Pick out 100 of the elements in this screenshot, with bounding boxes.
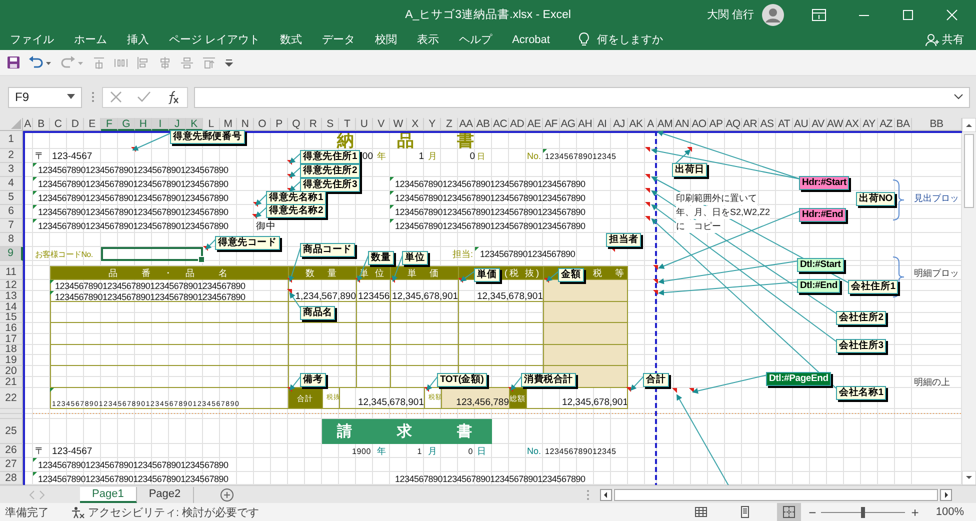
column-header[interactable]: J [169, 118, 186, 131]
close-icon[interactable] [946, 8, 958, 20]
column-header[interactable]: AU [793, 118, 810, 131]
column-header[interactable]: G [118, 118, 135, 131]
row-header[interactable]: 25 [0, 419, 23, 444]
column-header[interactable]: AN [674, 118, 691, 131]
column-header[interactable]: D [67, 118, 84, 131]
column-header[interactable]: AA [458, 118, 475, 131]
ribbon-display-icon[interactable] [812, 8, 826, 20]
scroll-down-icon[interactable] [962, 471, 976, 485]
ribbon-tab[interactable]: ファイル [0, 32, 64, 47]
column-header[interactable]: Z [441, 118, 458, 131]
row-header[interactable]: 27 [0, 458, 23, 472]
splitter-icon[interactable] [91, 90, 95, 104]
column-header[interactable]: P [271, 118, 288, 131]
column-header[interactable]: T [339, 118, 356, 131]
column-header[interactable]: AZ [878, 118, 895, 131]
column-header[interactable]: AB [475, 118, 492, 131]
row-header[interactable]: 14 [0, 302, 23, 313]
ribbon-tab[interactable]: 校閲 [365, 32, 408, 47]
expand-caret-icon[interactable] [954, 94, 963, 100]
row-header[interactable]: 28 [0, 472, 23, 485]
check-icon[interactable] [136, 91, 151, 103]
column-header[interactable]: AF [543, 118, 560, 131]
column-header[interactable]: AX [844, 118, 861, 131]
ribbon-tab[interactable]: 表示 [407, 32, 450, 47]
scroll-up-icon[interactable] [962, 118, 976, 132]
column-header[interactable]: AH [577, 118, 594, 131]
row-header[interactable]: 22 [0, 388, 23, 409]
row-header[interactable]: 20 [0, 366, 23, 377]
column-header[interactable]: AQ [725, 118, 742, 131]
column-header[interactable]: M [220, 118, 237, 131]
ribbon-tab[interactable]: ヘルプ [449, 32, 502, 47]
row-header[interactable]: 18 [0, 345, 23, 355]
column-header[interactable]: E [84, 118, 101, 131]
column-header[interactable]: X [407, 118, 424, 131]
sheet-tab[interactable]: Page1 [80, 486, 137, 502]
column-header[interactable]: V [373, 118, 390, 131]
row-header[interactable]: 8 [0, 233, 23, 247]
tell-me-field[interactable]: 何をしますか [596, 32, 663, 47]
row-header[interactable]: 3 [0, 163, 23, 177]
scroll-right-icon[interactable] [940, 488, 952, 500]
accessibility-icon[interactable] [71, 506, 85, 518]
row-header[interactable]: 2 [0, 149, 23, 163]
column-header[interactable]: AM [657, 118, 674, 131]
column-header[interactable]: H [135, 118, 152, 131]
row-header[interactable]: 17 [0, 334, 23, 345]
column-header[interactable]: AC [492, 118, 509, 131]
column-header[interactable]: AI [594, 118, 611, 131]
column-header[interactable]: S [322, 118, 339, 131]
ribbon-tab[interactable]: ページ レイアウト [159, 32, 270, 47]
accessibility-status[interactable]: アクセシビリティ: 検討が必要です [88, 504, 260, 520]
undo-icon[interactable] [28, 56, 44, 70]
scrollbar-thumb[interactable] [614, 488, 938, 500]
column-header[interactable]: B [33, 118, 50, 131]
column-header[interactable]: I [152, 118, 169, 131]
row-header[interactable]: 7 [0, 219, 23, 233]
column-header[interactable]: N [237, 118, 254, 131]
column-header[interactable]: AT [776, 118, 793, 131]
column-header[interactable]: AV [810, 118, 827, 131]
row-header[interactable]: 4 [0, 177, 23, 191]
column-header[interactable]: Y [424, 118, 441, 131]
ribbon-tab[interactable]: Acrobat [502, 34, 560, 46]
column-header[interactable]: AG [560, 118, 577, 131]
avatar-icon[interactable] [762, 4, 784, 26]
column-header[interactable]: W [390, 118, 407, 131]
ribbon-tab[interactable]: 挿入 [117, 32, 159, 47]
row-header[interactable]: 15 [0, 313, 23, 323]
formula-input[interactable] [194, 86, 970, 108]
row-header[interactable]: 5 [0, 191, 23, 205]
column-header[interactable]: F [101, 118, 118, 131]
column-header[interactable]: O [254, 118, 271, 131]
share-button[interactable]: 共有 [942, 32, 964, 47]
column-header[interactable]: BA [895, 118, 912, 131]
column-header[interactable]: K [186, 118, 203, 131]
row-header[interactable]: 11 [0, 266, 23, 280]
user-name[interactable]: 大関 信行 [706, 7, 754, 22]
row-header[interactable]: 6 [0, 205, 23, 219]
maximize-icon[interactable] [902, 8, 914, 20]
column-header[interactable]: AS [759, 118, 776, 131]
slider-thumb[interactable] [861, 506, 866, 518]
ribbon-tab[interactable]: 数式 [270, 32, 312, 47]
cell-selection[interactable] [101, 247, 203, 261]
row-header[interactable]: 21 [0, 377, 23, 388]
zoom-in-button[interactable]: + [911, 504, 919, 520]
row-header[interactable]: 26 [0, 444, 23, 458]
insert-function-icon[interactable] [166, 90, 180, 104]
column-header[interactable]: AW [827, 118, 844, 131]
row-header[interactable]: 1 [0, 131, 23, 149]
column-header[interactable]: Q [288, 118, 305, 131]
scrollbar-thumb[interactable] [964, 134, 974, 208]
zoom-out-button[interactable]: − [808, 504, 816, 520]
column-header[interactable]: A [645, 118, 657, 131]
column-header[interactable]: AJ [611, 118, 628, 131]
page-break-view-icon[interactable] [776, 503, 801, 521]
column-header[interactable]: AE [526, 118, 543, 131]
name-box[interactable]: F9 [8, 86, 82, 108]
row-header[interactable]: 9 [0, 247, 23, 261]
column-header[interactable]: AY [861, 118, 878, 131]
row-header[interactable]: 13 [0, 291, 23, 302]
